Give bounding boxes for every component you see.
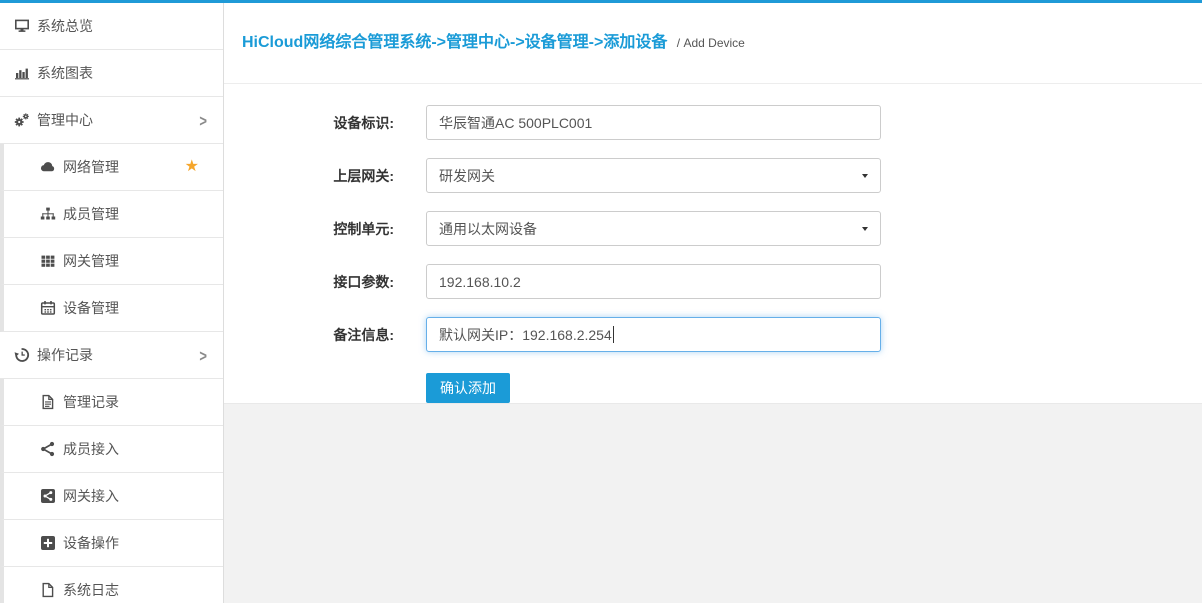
sitemap-icon <box>40 206 56 222</box>
sidebar-item-gateway-mgmt[interactable]: 网关管理 <box>0 238 223 285</box>
sidebar-item-system-overview[interactable]: 系统总览 <box>0 3 223 50</box>
confirm-add-button[interactable]: 确认添加 <box>426 373 510 403</box>
file-icon <box>40 582 56 598</box>
calendar-icon <box>40 300 56 316</box>
sidebar-item-label: 网络管理 <box>63 157 119 177</box>
sidebar-item-label: 成员接入 <box>63 439 119 459</box>
bar-chart-icon <box>14 65 30 81</box>
sidebar-item-label: 网关管理 <box>63 251 119 271</box>
form-row-remark: 备注信息: 默认网关IP：192.168.2.254 <box>224 317 1202 352</box>
control-unit-select[interactable]: 通用以太网设备 <box>426 211 881 246</box>
sidebar-item-member-access[interactable]: 成员接入 <box>0 426 223 473</box>
form-row-upper-gateway: 上层网关: 研发网关 <box>224 158 1202 193</box>
upper-gateway-wrap: 研发网关 <box>426 158 881 193</box>
sidebar-item-label: 设备操作 <box>63 533 119 553</box>
sidebar-item-network-mgmt[interactable]: 网络管理 ★ <box>0 144 223 191</box>
interface-params-label: 接口参数: <box>224 272 394 292</box>
star-icon: ★ <box>185 159 199 175</box>
remark-wrap: 默认网关IP：192.168.2.254 <box>426 317 881 352</box>
select-caret-icon <box>862 227 868 231</box>
grid-icon <box>40 253 56 269</box>
chevron-right-icon: > <box>199 345 207 365</box>
text-cursor <box>613 326 614 343</box>
sidebar-item-gateway-access[interactable]: 网关接入 <box>0 473 223 520</box>
app-layout: 系统总览 系统图表 管理中心 > 网络管理 ★ <box>0 3 1202 603</box>
sidebar-item-operation-records[interactable]: 操作记录 > <box>0 332 223 379</box>
remark-input[interactable]: 默认网关IP：192.168.2.254 <box>426 317 881 352</box>
sidebar-item-label: 系统总览 <box>37 16 93 36</box>
chevron-right-icon: > <box>199 110 207 130</box>
gears-icon <box>14 112 30 128</box>
sidebar-item-label: 系统图表 <box>37 63 93 83</box>
control-unit-selected-value: 通用以太网设备 <box>439 219 537 239</box>
sidebar-item-label: 管理记录 <box>63 392 119 412</box>
form-row-interface-params: 接口参数: <box>224 264 1202 299</box>
form-row-device-id: 设备标识: <box>224 105 1202 140</box>
lower-background <box>224 403 1202 603</box>
add-device-form: 设备标识: 上层网关: 研发网关 控制单元: 通用以太网 <box>224 84 1202 403</box>
sidebar-item-label: 系统日志 <box>63 580 119 600</box>
upper-gateway-select[interactable]: 研发网关 <box>426 158 881 193</box>
sidebar-item-label: 成员管理 <box>63 204 119 224</box>
page-header: HiCloud网络综合管理系统->管理中心->设备管理->添加设备 / Add … <box>224 3 1202 84</box>
remark-label: 备注信息: <box>224 325 394 345</box>
select-caret-icon <box>862 174 868 178</box>
sidebar-item-member-mgmt[interactable]: 成员管理 <box>0 191 223 238</box>
sidebar-item-label: 操作记录 <box>37 345 93 365</box>
interface-params-input[interactable] <box>426 264 881 299</box>
breadcrumb: HiCloud网络综合管理系统->管理中心->设备管理->添加设备 <box>242 34 667 51</box>
control-unit-wrap: 通用以太网设备 <box>426 211 881 246</box>
sidebar-item-system-log[interactable]: 系统日志 <box>0 567 223 603</box>
sidebar-item-label: 设备管理 <box>63 298 119 318</box>
sidebar-item-admin-center[interactable]: 管理中心 > <box>0 97 223 144</box>
device-id-input[interactable] <box>426 105 881 140</box>
sidebar-item-label: 管理中心 <box>37 110 93 130</box>
desktop-icon <box>14 18 30 34</box>
remark-value: 默认网关IP：192.168.2.254 <box>439 325 612 345</box>
sidebar-item-device-operation[interactable]: 设备操作 <box>0 520 223 567</box>
sidebar-item-label: 网关接入 <box>63 486 119 506</box>
sidebar-item-system-charts[interactable]: 系统图表 <box>0 50 223 97</box>
control-unit-label: 控制单元: <box>224 219 394 239</box>
form-row-control-unit: 控制单元: 通用以太网设备 <box>224 211 1202 246</box>
upper-gateway-label: 上层网关: <box>224 166 394 186</box>
history-icon <box>14 347 30 363</box>
device-id-label: 设备标识: <box>224 113 394 133</box>
breadcrumb-suffix: / Add Device <box>677 36 745 50</box>
plus-square-icon <box>40 535 56 551</box>
sidebar: 系统总览 系统图表 管理中心 > 网络管理 ★ <box>0 3 224 603</box>
share-icon <box>40 441 56 457</box>
device-id-wrap <box>426 105 881 140</box>
form-actions: 确认添加 <box>224 373 1202 403</box>
main-content: HiCloud网络综合管理系统->管理中心->设备管理->添加设备 / Add … <box>224 3 1202 603</box>
sidebar-item-admin-records[interactable]: 管理记录 <box>0 379 223 426</box>
file-text-icon <box>40 394 56 410</box>
sidebar-item-device-mgmt[interactable]: 设备管理 <box>0 285 223 332</box>
share-square-icon <box>40 488 56 504</box>
upper-gateway-selected-value: 研发网关 <box>439 166 495 186</box>
cloud-icon <box>40 159 56 175</box>
interface-params-wrap <box>426 264 881 299</box>
